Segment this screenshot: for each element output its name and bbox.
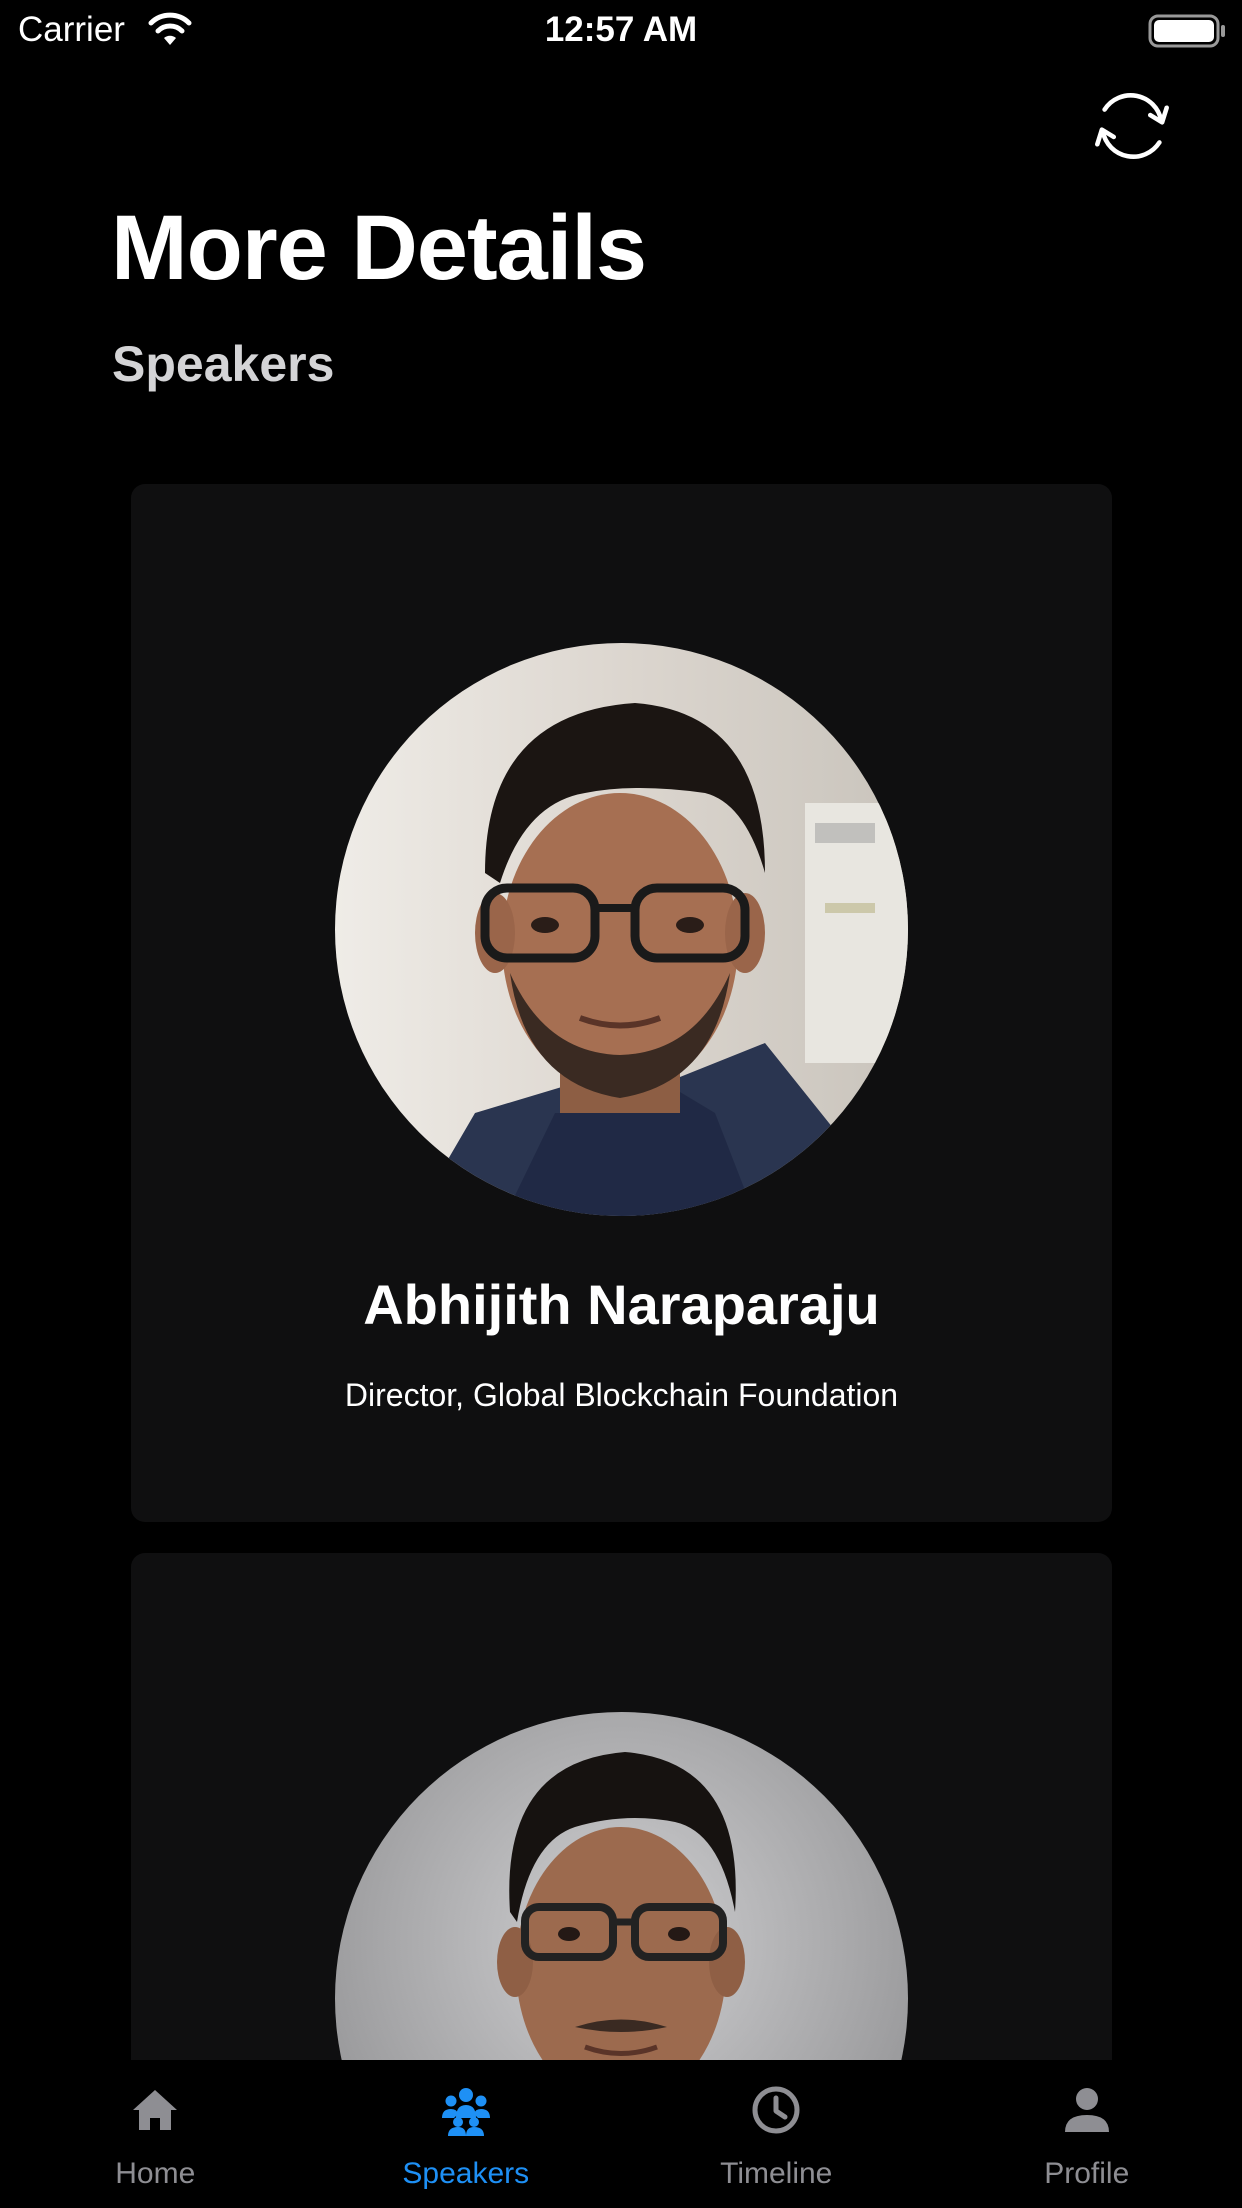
speaker-avatar	[335, 1712, 908, 2060]
clock-icon	[748, 2082, 804, 2138]
tab-label: Home	[115, 2157, 196, 2190]
tab-timeline[interactable]: Timeline	[621, 2060, 932, 2208]
tab-label: Speakers	[402, 2157, 530, 2190]
speaker-avatar	[335, 643, 908, 1216]
speaker-card[interactable]: Abhijith Naraparaju Director, Global Blo…	[131, 484, 1112, 1522]
tab-home[interactable]: Home	[0, 2060, 311, 2208]
tab-label: Timeline	[720, 2157, 833, 2190]
person-icon	[1059, 2082, 1115, 2138]
speaker-name: Abhijith Naraparaju	[363, 1273, 880, 1336]
page-title: More Details	[111, 197, 647, 299]
speaker-card[interactable]	[131, 1553, 1112, 2060]
tab-profile[interactable]: Profile	[932, 2060, 1242, 2208]
refresh-button[interactable]	[1086, 80, 1178, 172]
tab-label: Profile	[1044, 2157, 1130, 2190]
speaker-list[interactable]: Abhijith Naraparaju Director, Global Blo…	[0, 0, 1242, 2060]
tab-speakers[interactable]: Speakers	[311, 2060, 622, 2208]
people-icon	[438, 2082, 494, 2138]
speaker-role: Director, Global Blockchain Foundation	[344, 1377, 899, 1413]
tab-bar: Home Speakers Timeline Profile	[0, 2060, 1242, 2208]
home-icon	[127, 2082, 183, 2138]
refresh-icon	[1095, 93, 1169, 159]
section-subtitle: Speakers	[112, 336, 335, 392]
speaker-photo-2	[335, 1712, 908, 2060]
speaker-photo-1	[335, 643, 908, 1216]
